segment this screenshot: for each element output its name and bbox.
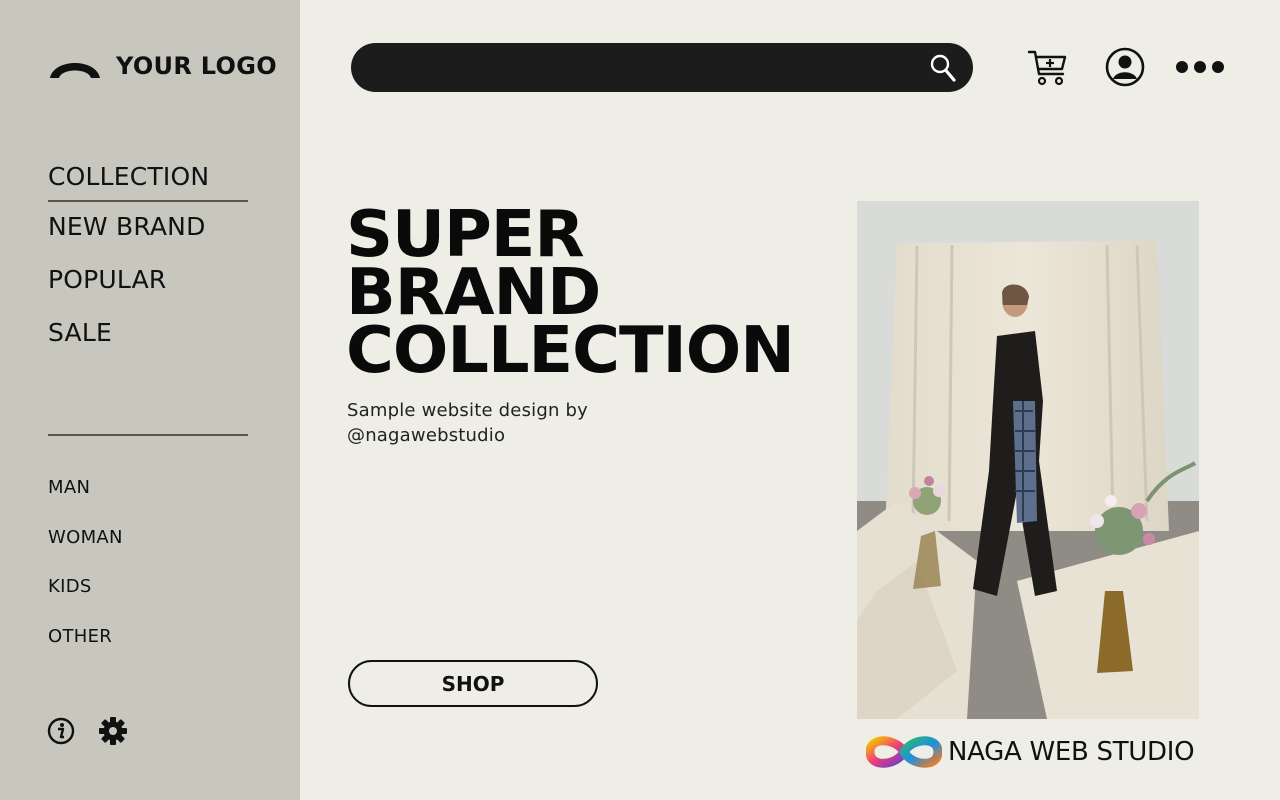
hero-title: SUPER BRAND COLLECTION	[346, 198, 856, 388]
nav-item-collection[interactable]: COLLECTION	[48, 160, 248, 202]
nav-item-man[interactable]: MAN	[48, 476, 123, 526]
nav-item-kids[interactable]: KIDS	[48, 575, 123, 625]
main-nav: COLLECTION NEW BRAND POPULAR SALE	[48, 160, 248, 369]
nav-item-new-brand[interactable]: NEW BRAND	[48, 210, 248, 263]
sidebar-footer	[46, 716, 128, 746]
logo-mark-icon	[50, 63, 100, 78]
search-input[interactable]	[371, 43, 911, 92]
nav-item-sale[interactable]: SALE	[48, 316, 248, 369]
sidebar-divider	[48, 434, 248, 436]
hero-title-line-1: SUPER BRAND	[346, 198, 601, 330]
more-icon[interactable]	[1175, 58, 1225, 76]
hero-subtitle-line-2: @nagawebstudio	[347, 425, 506, 446]
user-icon[interactable]	[1104, 46, 1146, 88]
hero-subtitle: Sample website design by @nagawebstudio	[347, 398, 667, 448]
category-nav: MAN WOMAN KIDS OTHER	[48, 476, 123, 674]
nav-item-popular[interactable]: POPULAR	[48, 263, 248, 316]
hero-photo	[857, 201, 1199, 719]
search-bar[interactable]	[351, 43, 973, 92]
sidebar: YOUR LOGO COLLECTION NEW BRAND POPULAR S…	[0, 0, 300, 800]
shop-button[interactable]: SHOP	[348, 660, 598, 707]
hero-title-line-2: COLLECTION	[346, 314, 795, 388]
info-icon[interactable]	[46, 716, 76, 746]
gear-icon[interactable]	[98, 716, 128, 746]
search-icon[interactable]	[929, 53, 957, 83]
logo-text: YOUR LOGO	[116, 52, 277, 80]
hero-subtitle-line-1: Sample website design by	[347, 400, 588, 421]
nav-item-woman[interactable]: WOMAN	[48, 526, 123, 576]
nav-item-other[interactable]: OTHER	[48, 625, 123, 675]
studio-brand[interactable]: NAGA WEB STUDIO	[866, 730, 1195, 774]
studio-brand-text: NAGA WEB STUDIO	[948, 737, 1195, 767]
cart-add-icon[interactable]	[1027, 46, 1069, 88]
infinity-logo-icon	[866, 736, 942, 768]
logo[interactable]: YOUR LOGO	[48, 50, 277, 82]
